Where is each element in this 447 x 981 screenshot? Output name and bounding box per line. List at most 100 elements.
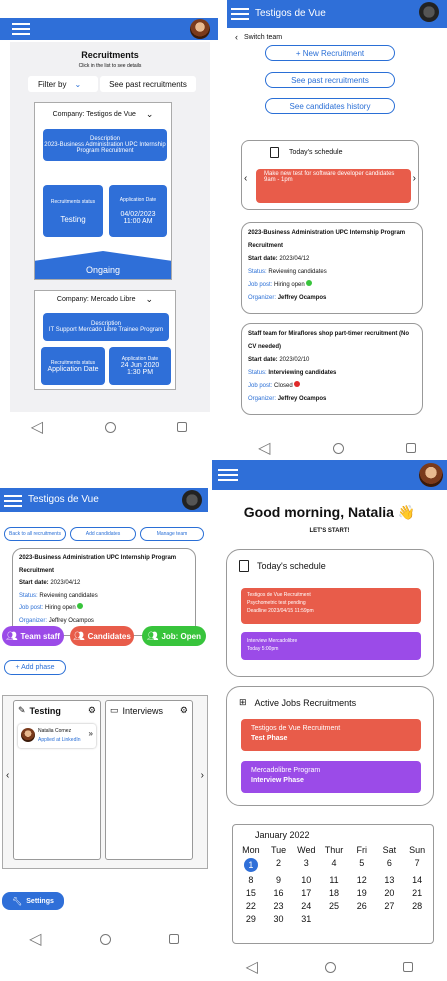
calendar-day[interactable]: 30 <box>265 914 293 924</box>
back-icon[interactable]: ◁ <box>29 929 41 949</box>
subtitle: LET'S START! <box>309 528 350 534</box>
recruitment-card[interactable]: Staff team for Miraflores shop part-time… <box>241 323 423 415</box>
weekday-label: Wed <box>297 845 316 855</box>
job-status-button[interactable]: 👥︎ Job: Open <box>142 626 206 646</box>
menu-icon[interactable] <box>218 469 238 481</box>
home-icon[interactable] <box>325 961 337 973</box>
calendar-day[interactable]: 1 <box>243 858 258 872</box>
calendar-day[interactable]: 9 <box>265 875 293 885</box>
manage-team-button[interactable]: Manage team <box>140 527 204 541</box>
calendar-day[interactable]: 21 <box>403 888 431 898</box>
job-item[interactable]: Testigos de Vue Recruitment Test Phase <box>241 719 421 751</box>
gear-icon[interactable]: ⚙ <box>88 705 96 716</box>
recruitment-card[interactable]: 2023-Business Administration UPC Interns… <box>241 222 423 314</box>
calendar-day[interactable]: 27 <box>376 901 404 911</box>
home-icon[interactable] <box>104 421 116 433</box>
calendar-day[interactable]: 11 <box>320 875 348 885</box>
back-icon[interactable]: ◁ <box>258 438 270 458</box>
calendar-day[interactable]: 7 <box>403 858 431 872</box>
schedule-event[interactable]: Interview Mercadolibre Today 5:00pm <box>241 632 421 660</box>
calendar-day[interactable]: 16 <box>265 888 293 898</box>
start-date: 2023/04/12 <box>279 256 310 262</box>
calendar-day[interactable]: 14 <box>403 875 431 885</box>
chevron-left-icon[interactable]: ‹ <box>244 173 247 184</box>
calendar-day[interactable]: 4 <box>320 858 348 872</box>
recents-icon[interactable] <box>177 422 188 432</box>
gear-icon[interactable]: ⚙ <box>180 705 188 716</box>
calendar-day[interactable]: 23 <box>265 901 293 911</box>
filter-dropdown[interactable]: Filter by ⌄ <box>28 76 98 92</box>
calendar-day[interactable]: 17 <box>292 888 320 898</box>
users-icon: 👥︎ <box>147 630 159 641</box>
calendar-day[interactable]: 26 <box>348 901 376 911</box>
company-header[interactable]: Company: Testigos de Vue ⌄ <box>35 103 171 125</box>
recents-icon[interactable] <box>403 962 414 972</box>
avatar[interactable] <box>419 2 439 22</box>
calendar-day[interactable]: 19 <box>348 888 376 898</box>
chevron-double-down-icon[interactable]: » <box>89 729 93 738</box>
calendar-day[interactable]: 12 <box>348 875 376 885</box>
schedule-event[interactable]: Make new test for software developer can… <box>256 169 411 203</box>
event-line: Testigos de Vue Recruitment <box>247 592 311 598</box>
schedule-title: Today's schedule <box>257 561 326 571</box>
calendar-day[interactable]: 24 <box>292 901 320 911</box>
menu-icon[interactable] <box>231 8 249 20</box>
recruitment-card[interactable]: Company: Mercado Libre ⌄ Description IT … <box>34 290 176 390</box>
calendar-day[interactable]: 5 <box>348 858 376 872</box>
back-icon[interactable]: ◁ <box>246 957 258 977</box>
calendar-day[interactable]: 13 <box>376 875 404 885</box>
new-recruitment-button[interactable]: + New Recruitment <box>265 45 395 61</box>
add-phase-button[interactable]: + Add phase <box>4 660 66 675</box>
jobs-title: Active Jobs Recruitments <box>254 697 357 708</box>
status-value: Interviewing candidates <box>268 370 337 376</box>
avatar[interactable] <box>190 19 210 39</box>
ongoing-banner: Ongaing <box>35 251 171 279</box>
calendar-day[interactable]: 28 <box>403 901 431 911</box>
wave-icon: 👋 <box>397 504 416 520</box>
recruitment-card[interactable]: Company: Testigos de Vue ⌄ Description 2… <box>34 102 172 280</box>
avatar[interactable] <box>419 463 443 487</box>
calendar-day[interactable]: 8 <box>237 875 265 885</box>
calendar-day[interactable]: 6 <box>376 858 404 872</box>
candidates-button[interactable]: 👥︎ Candidates <box>70 626 134 646</box>
schedule-event[interactable]: Testigos de Vue Recruitment Psychometric… <box>241 588 421 624</box>
back-icon[interactable]: ◁ <box>31 417 43 437</box>
settings-button[interactable]: 🔧︎ Settings <box>2 892 64 910</box>
team-staff-button[interactable]: 👥︎ Team staff <box>2 626 64 646</box>
calendar-day[interactable]: 2 <box>265 858 293 872</box>
menu-icon[interactable] <box>4 495 22 507</box>
calendar-day[interactable]: 10 <box>292 875 320 885</box>
candidate-name: Natalia Cornez <box>38 728 72 734</box>
recents-icon[interactable] <box>405 443 416 453</box>
start-date: 2023/02/10 <box>279 357 310 363</box>
home-icon[interactable] <box>332 442 344 454</box>
calendar-day[interactable]: 18 <box>320 888 348 898</box>
past-recruitments-button[interactable]: See past recruitments <box>265 72 395 88</box>
chevron-right-icon[interactable]: › <box>201 770 204 781</box>
job-item[interactable]: Mercadolibre Program Interview Phase <box>241 761 421 793</box>
past-recruitments-button[interactable]: See past recruitments <box>100 76 196 92</box>
calendar-day[interactable]: 22 <box>237 901 265 911</box>
home-icon[interactable] <box>99 933 111 945</box>
candidate-card[interactable]: Natalia Cornez Applied at LinkedIn » <box>18 724 96 748</box>
menu-icon[interactable] <box>12 23 30 35</box>
calendar-day[interactable]: 25 <box>320 901 348 911</box>
weekday-label: Sat <box>382 845 397 855</box>
job-post-label: Job post: <box>19 605 44 611</box>
calendar-day[interactable]: 31 <box>292 914 320 924</box>
company-header[interactable]: Company: Mercado Libre ⌄ <box>35 291 175 307</box>
calendar-day[interactable]: 20 <box>376 888 404 898</box>
avatar[interactable] <box>182 490 202 510</box>
switch-team-link[interactable]: ‹ Switch team <box>235 32 282 42</box>
calendar-day[interactable]: 29 <box>237 914 265 924</box>
recents-icon[interactable] <box>168 934 179 944</box>
chevron-right-icon[interactable]: › <box>413 173 416 184</box>
calendar-day[interactable]: 3 <box>292 858 320 872</box>
candidates-history-button[interactable]: See candidates history <box>265 98 395 114</box>
event-line: Interview Mercadolibre <box>247 638 298 644</box>
add-candidates-button[interactable]: Add candidates <box>70 527 136 541</box>
content-area: Recruitments Click in the list to see de… <box>10 42 210 412</box>
calendar-day[interactable]: 15 <box>237 888 265 898</box>
chevron-left-icon[interactable]: ‹ <box>6 770 9 781</box>
back-to-recruitments-button[interactable]: Back to all recruitments <box>4 527 66 541</box>
